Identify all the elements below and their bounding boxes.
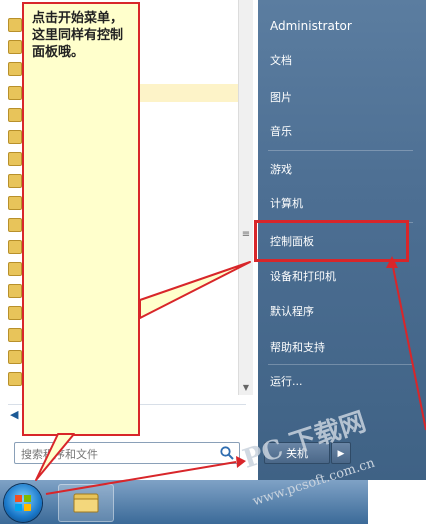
start-button[interactable] [4, 484, 42, 522]
folder-icon[interactable] [8, 18, 22, 32]
folder-icon[interactable] [8, 328, 22, 342]
scrollbar-grip-icon[interactable]: ≡ [239, 228, 253, 242]
folder-explorer-icon [73, 493, 99, 513]
menu-item-music[interactable]: 音乐 [270, 120, 292, 144]
control-panel-highlight-box [254, 220, 409, 262]
back-arrow-icon[interactable]: ◀ [10, 408, 18, 421]
folder-icon[interactable] [8, 262, 22, 276]
folder-icon[interactable] [8, 218, 22, 232]
folder-icon[interactable] [8, 372, 22, 386]
folder-icon[interactable] [8, 62, 22, 76]
folder-icon[interactable] [8, 306, 22, 320]
program-list-scrollbar[interactable]: ≡ ▼ [238, 0, 253, 395]
taskbar-explorer-button[interactable] [58, 484, 114, 522]
menu-item-help-support[interactable]: 帮助和支持 [270, 336, 325, 360]
menu-item-run[interactable]: 运行... [270, 370, 303, 394]
folder-icon[interactable] [8, 130, 22, 144]
windows-logo-icon [15, 495, 31, 511]
annotation-callout: 点击开始菜单，这里同样有控制面板哦。 [22, 2, 140, 436]
menu-item-documents[interactable]: 文档 [270, 49, 292, 73]
user-name-link[interactable]: Administrator [270, 14, 352, 38]
menu-separator [268, 364, 413, 365]
folder-icon[interactable] [8, 350, 22, 364]
menu-item-default-programs[interactable]: 默认程序 [270, 300, 314, 324]
folder-icon[interactable] [8, 240, 22, 254]
menu-separator [268, 150, 413, 151]
folder-icon[interactable] [8, 86, 22, 100]
folder-icon[interactable] [8, 196, 22, 210]
menu-item-pictures[interactable]: 图片 [270, 86, 292, 110]
menu-item-computer[interactable]: 计算机 [270, 192, 303, 216]
menu-item-games[interactable]: 游戏 [270, 158, 292, 182]
menu-item-devices-printers[interactable]: 设备和打印机 [270, 265, 336, 289]
search-input[interactable] [19, 445, 213, 463]
search-box[interactable] [14, 442, 240, 464]
folder-icon[interactable] [8, 284, 22, 298]
folder-icon[interactable] [8, 40, 22, 54]
folder-icon[interactable] [8, 108, 22, 122]
folder-icon[interactable] [8, 174, 22, 188]
search-icon[interactable] [219, 445, 235, 461]
scroll-down-icon[interactable]: ▼ [239, 381, 253, 395]
annotation-text: 点击开始菜单，这里同样有控制面板哦。 [32, 11, 124, 60]
folder-icon[interactable] [8, 152, 22, 166]
